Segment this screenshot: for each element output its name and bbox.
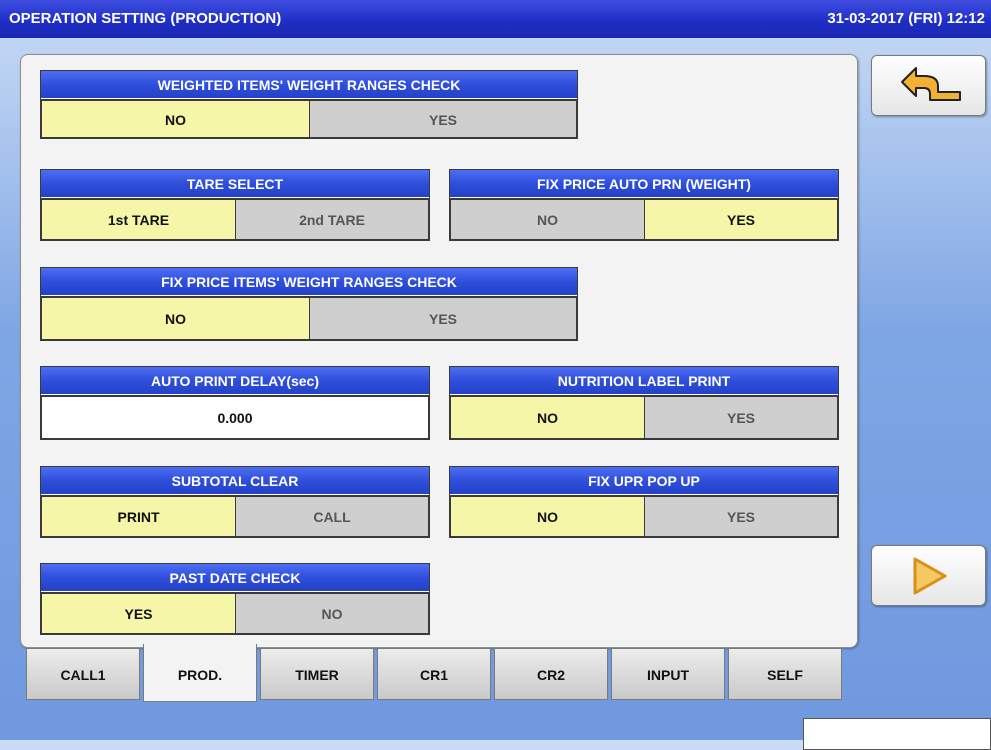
fix-price-auto-prn-label: FIX PRICE AUTO PRN (WEIGHT) — [450, 170, 838, 198]
tab-input[interactable]: INPUT — [611, 648, 725, 700]
subtotal-clear-label: SUBTOTAL CLEAR — [41, 467, 429, 495]
tab-cr2[interactable]: CR2 — [494, 648, 608, 700]
tab-prod[interactable]: PROD. — [143, 644, 257, 702]
fix-price-check-no-button[interactable]: NO — [41, 297, 310, 340]
next-button[interactable] — [871, 545, 986, 606]
fix-price-check-label: FIX PRICE ITEMS' WEIGHT RANGES CHECK — [41, 268, 577, 296]
back-button[interactable] — [871, 55, 986, 116]
fix-upr-popup-yes-button[interactable]: YES — [644, 496, 838, 537]
fix-upr-popup-label: FIX UPR POP UP — [450, 467, 838, 495]
auto-print-delay-group: AUTO PRINT DELAY(sec) 0.000 — [40, 366, 430, 440]
fix-upr-popup-no-button[interactable]: NO — [450, 496, 645, 537]
past-date-check-no-button[interactable]: NO — [235, 593, 429, 634]
play-arrow-icon — [913, 557, 947, 595]
past-date-check-group: PAST DATE CHECK YES NO — [40, 563, 430, 635]
fix-price-check-yes-button[interactable]: YES — [309, 297, 577, 340]
fix-price-auto-prn-group: FIX PRICE AUTO PRN (WEIGHT) NO YES — [449, 169, 839, 241]
nutrition-label-group: NUTRITION LABEL PRINT NO YES — [449, 366, 839, 440]
nutrition-label-yes-button[interactable]: YES — [644, 396, 838, 439]
settings-panel: WEIGHTED ITEMS' WEIGHT RANGES CHECK NO Y… — [20, 54, 858, 648]
nutrition-label-no-button[interactable]: NO — [450, 396, 645, 439]
past-date-check-label: PAST DATE CHECK — [41, 564, 429, 592]
nutrition-label-label: NUTRITION LABEL PRINT — [450, 367, 838, 395]
subtotal-clear-print-button[interactable]: PRINT — [41, 496, 236, 537]
tab-timer[interactable]: TIMER — [260, 648, 374, 700]
first-tare-button[interactable]: 1st TARE — [41, 199, 236, 240]
tab-cr1[interactable]: CR1 — [377, 648, 491, 700]
weighted-check-yes-button[interactable]: YES — [309, 100, 577, 138]
past-date-check-yes-button[interactable]: YES — [41, 593, 236, 634]
fix-upr-popup-group: FIX UPR POP UP NO YES — [449, 466, 839, 538]
subtotal-clear-group: SUBTOTAL CLEAR PRINT CALL — [40, 466, 430, 538]
tare-select-group: TARE SELECT 1st TARE 2nd TARE — [40, 169, 430, 241]
weighted-check-no-button[interactable]: NO — [41, 100, 310, 138]
second-tare-button[interactable]: 2nd TARE — [235, 199, 429, 240]
title-bar: OPERATION SETTING (PRODUCTION) 31-03-201… — [0, 0, 991, 38]
weighted-check-label: WEIGHTED ITEMS' WEIGHT RANGES CHECK — [41, 71, 577, 99]
tab-self[interactable]: SELF — [728, 648, 842, 700]
status-box — [803, 718, 991, 750]
tare-select-label: TARE SELECT — [41, 170, 429, 198]
fix-price-auto-prn-yes-button[interactable]: YES — [644, 199, 838, 240]
page-title: OPERATION SETTING (PRODUCTION) — [9, 10, 282, 27]
auto-print-delay-label: AUTO PRINT DELAY(sec) — [41, 367, 429, 395]
fix-price-auto-prn-no-button[interactable]: NO — [450, 199, 645, 240]
weighted-check-group: WEIGHTED ITEMS' WEIGHT RANGES CHECK NO Y… — [40, 70, 578, 139]
fix-price-check-group: FIX PRICE ITEMS' WEIGHT RANGES CHECK NO … — [40, 267, 578, 341]
tab-call1[interactable]: CALL1 — [26, 648, 140, 700]
return-arrow-icon — [901, 67, 961, 101]
datetime-display: 31-03-2017 (FRI) 12:12 — [827, 10, 985, 27]
subtotal-clear-call-button[interactable]: CALL — [235, 496, 429, 537]
auto-print-delay-input[interactable]: 0.000 — [41, 396, 429, 439]
